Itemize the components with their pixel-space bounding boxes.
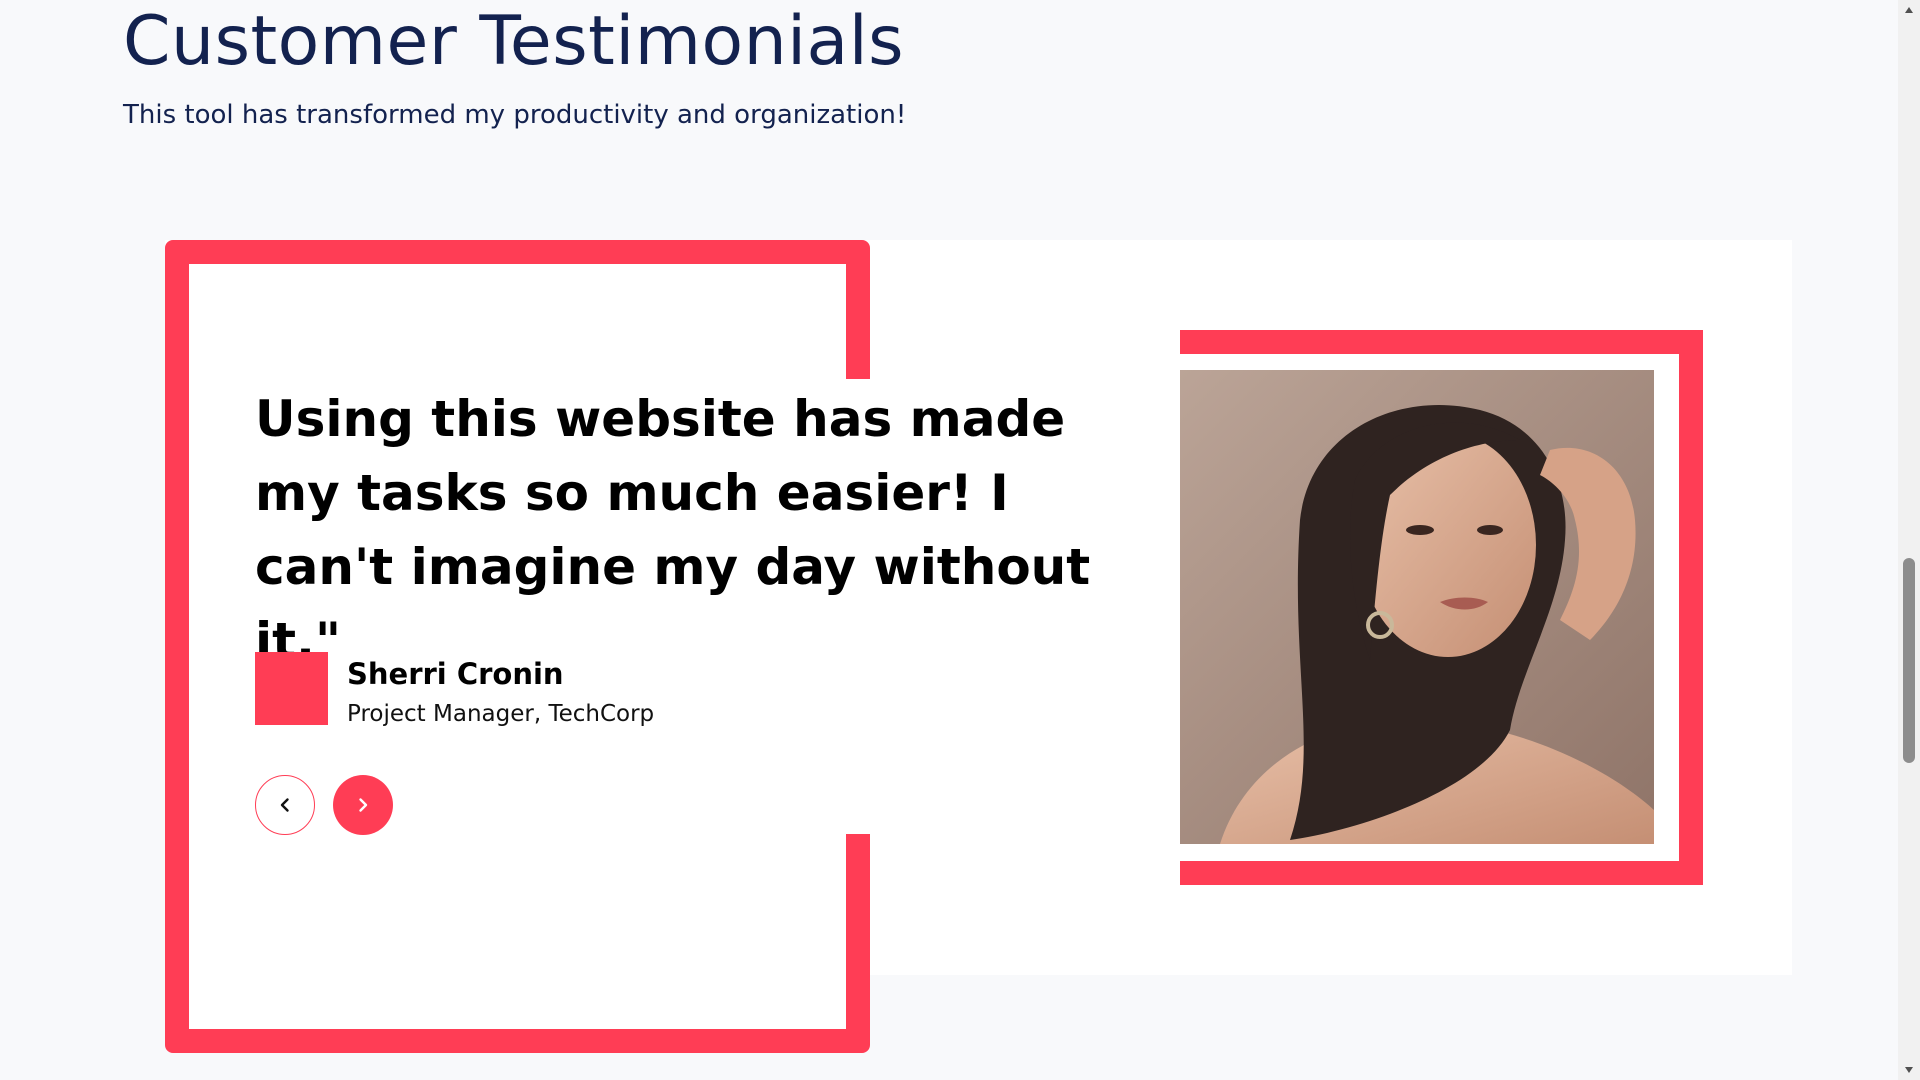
page-title: Customer Testimonials <box>123 2 905 81</box>
scrollbar-thumb[interactable] <box>1903 558 1915 763</box>
author-photo <box>1180 370 1654 844</box>
portrait-illustration <box>1180 370 1654 844</box>
scroll-down-arrow-icon[interactable] <box>1898 1060 1920 1080</box>
scroll-up-arrow-icon[interactable] <box>1898 0 1920 20</box>
author-role: Project Manager, TechCorp <box>347 701 655 727</box>
chevron-right-icon <box>359 798 368 812</box>
testimonial-quote: Using this website has made my tasks so … <box>255 390 1091 670</box>
chevron-left-icon <box>280 798 289 812</box>
author-name: Sherri Cronin <box>347 657 564 691</box>
next-testimonial-button[interactable] <box>333 775 393 835</box>
page: Customer Testimonials This tool has tran… <box>0 0 1920 1080</box>
author-avatar <box>255 652 328 725</box>
page-subtitle: This tool has transformed my productivit… <box>123 100 907 130</box>
previous-testimonial-button[interactable] <box>255 775 315 835</box>
vertical-scrollbar[interactable] <box>1898 0 1920 1080</box>
